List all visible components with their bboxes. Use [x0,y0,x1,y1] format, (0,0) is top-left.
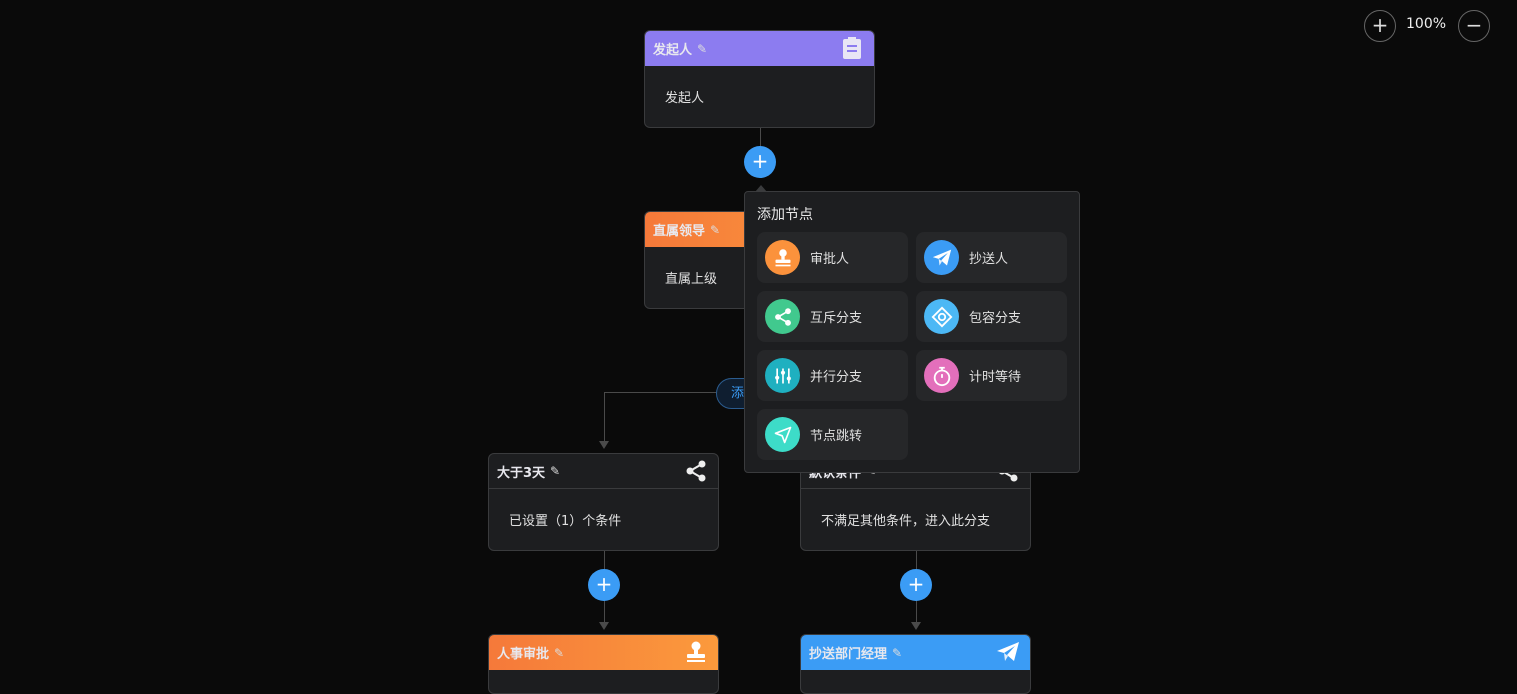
share-icon [765,299,800,334]
zoom-out-button[interactable]: − [1458,10,1490,42]
node-title: 抄送部门经理 [809,647,888,662]
zoom-level: 100% [1406,16,1447,32]
edit-icon[interactable]: ✎ [550,464,560,478]
node-title: 人事审批 [497,647,550,662]
condition-node[interactable]: 大于3天 ✎ 已设置（1）个条件 [488,453,719,551]
node-body: 已设置（1）个条件 [509,514,622,529]
add-jump-option[interactable]: 节点跳转 [757,409,908,460]
clipboard-icon [843,37,861,59]
node-title: 大于3天 [497,465,546,481]
option-label: 审批人 [810,252,850,267]
share-icon [686,460,706,482]
arrow-icon [599,622,609,630]
edit-icon[interactable]: ✎ [710,223,720,237]
start-node[interactable]: 发起人 ✎ 发起人 [644,30,875,128]
popover-arrow [755,185,767,192]
edit-icon[interactable]: ✎ [697,42,707,56]
add-cc-option[interactable]: 抄送人 [916,232,1067,283]
node-title: 直属领导 [653,224,706,239]
stopwatch-icon [924,358,959,393]
option-label: 并行分支 [810,370,863,385]
option-label: 节点跳转 [810,429,863,444]
option-label: 计时等待 [969,370,1022,385]
add-parallel-branch-option[interactable]: 并行分支 [757,350,908,401]
edit-icon[interactable]: ✎ [554,646,564,660]
add-node-button[interactable]: + [900,569,932,601]
option-label: 包容分支 [969,311,1022,326]
add-inclusive-branch-option[interactable]: 包容分支 [916,291,1067,342]
stamp-icon [765,240,800,275]
add-node-button[interactable]: + [588,569,620,601]
cc-node[interactable]: 抄送部门经理 ✎ [800,634,1031,694]
node-body: 发起人 [665,91,705,106]
stamp-icon [687,641,705,662]
add-approver-option[interactable]: 审批人 [757,232,908,283]
add-timer-option[interactable]: 计时等待 [916,350,1067,401]
add-node-button[interactable]: + [744,146,776,178]
option-label: 抄送人 [969,252,1009,267]
sliders-icon [765,358,800,393]
arrow-icon [599,441,609,449]
connector [604,392,605,444]
popover-title: 添加节点 [757,207,813,223]
zoom-in-button[interactable]: + [1364,10,1396,42]
add-node-popover: 添加节点 审批人 抄送人 互斥分支 包容分支 并行分支 计时等待 节点跳转 [744,191,1080,473]
node-body: 不满足其他条件，进入此分支 [821,514,991,529]
edit-icon[interactable]: ✎ [892,646,902,660]
paper-plane-icon [924,240,959,275]
option-label: 互斥分支 [810,311,863,326]
node-title: 发起人 [653,43,693,58]
navigation-icon [765,417,800,452]
add-exclusive-branch-option[interactable]: 互斥分支 [757,291,908,342]
paper-plane-icon [997,642,1019,661]
diamond-icon [924,299,959,334]
approver-node[interactable]: 人事审批 ✎ [488,634,719,694]
arrow-icon [911,622,921,630]
